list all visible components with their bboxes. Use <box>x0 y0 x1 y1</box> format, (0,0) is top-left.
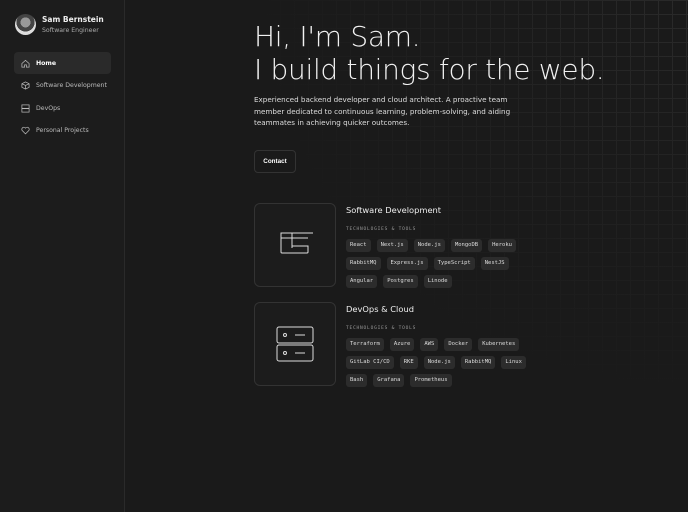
card-title: Software Development <box>346 205 442 215</box>
card-title: DevOps & Cloud <box>346 304 414 314</box>
cube-icon <box>21 81 30 90</box>
profile-name: Sam Bernstein <box>42 15 104 24</box>
tag: Node.js <box>413 239 445 252</box>
tag: Linode <box>423 275 452 288</box>
tag: Postgres <box>383 275 418 288</box>
tag: MongoDB <box>450 239 483 252</box>
tag: Terraform <box>346 338 384 351</box>
tag: Node.js <box>423 356 455 369</box>
tag: Azure <box>389 338 415 351</box>
tag-list: React Next.js Node.js MongoDB Heroku Rab… <box>346 239 526 288</box>
sidebar-item-label: Software Development <box>36 82 107 89</box>
tag: Prometheus <box>410 374 452 387</box>
avatar <box>15 14 36 35</box>
card-subtitle: TECHNOLOGIES & TOOLS <box>346 326 417 331</box>
home-icon <box>21 59 30 67</box>
tag: React <box>346 239 371 252</box>
sidebar-item-devops[interactable]: DevOps <box>14 97 111 119</box>
tag: RKE <box>399 356 418 369</box>
tag: RabbitMQ <box>460 356 496 369</box>
tag: RabbitMQ <box>346 257 381 270</box>
tag: Bash <box>346 374 368 387</box>
sidebar-item-home[interactable]: Home <box>14 52 111 74</box>
profile: Sam Bernstein Software Engineer <box>15 14 104 35</box>
tag: Next.js <box>376 239 408 252</box>
tag: TypeScript <box>433 257 475 270</box>
tag: Docker <box>444 338 473 351</box>
tag-list: Terraform Azure AWS Docker Kubernetes Gi… <box>346 338 526 387</box>
sidebar-item-label: Personal Projects <box>36 127 89 134</box>
sidebar-item-personal-projects[interactable]: Personal Projects <box>14 120 111 142</box>
tag: Grafana <box>373 374 405 387</box>
sidebar-item-label: Home <box>36 59 57 67</box>
hero-line-2: I build things for the web. <box>254 53 605 86</box>
contact-button[interactable]: Contact <box>254 150 296 173</box>
sidebar-item-label: DevOps <box>36 104 61 112</box>
card-subtitle: TECHNOLOGIES & TOOLS <box>346 227 417 232</box>
tag: AWS <box>420 338 439 351</box>
server-icon <box>254 302 336 386</box>
hero-line-1: Hi, I'm Sam. <box>254 20 421 53</box>
tag: Kubernetes <box>478 338 520 351</box>
tag: GitLab CI/CD <box>346 356 394 369</box>
tag: Linux <box>501 356 526 369</box>
intro-text: Experienced backend developer and cloud … <box>254 95 511 127</box>
tag: NestJS <box>480 257 509 270</box>
tag: Angular <box>346 275 378 288</box>
sidebar: Sam Bernstein Software Engineer Home Sof… <box>0 0 125 512</box>
sidebar-item-software-development[interactable]: Software Development <box>14 75 111 97</box>
profile-role: Software Engineer <box>42 27 99 34</box>
tag: Express.js <box>386 257 428 270</box>
server-icon <box>21 104 30 112</box>
main-content: Hi, I'm Sam. I build things for the web. … <box>126 0 688 512</box>
sidebar-nav: Home Software Development DevOps Persona… <box>14 52 111 142</box>
layout-icon <box>254 203 336 287</box>
hero-heading: Hi, I'm Sam. I build things for the web. <box>254 20 605 86</box>
tag: Heroku <box>488 239 516 252</box>
heart-icon <box>21 126 30 135</box>
